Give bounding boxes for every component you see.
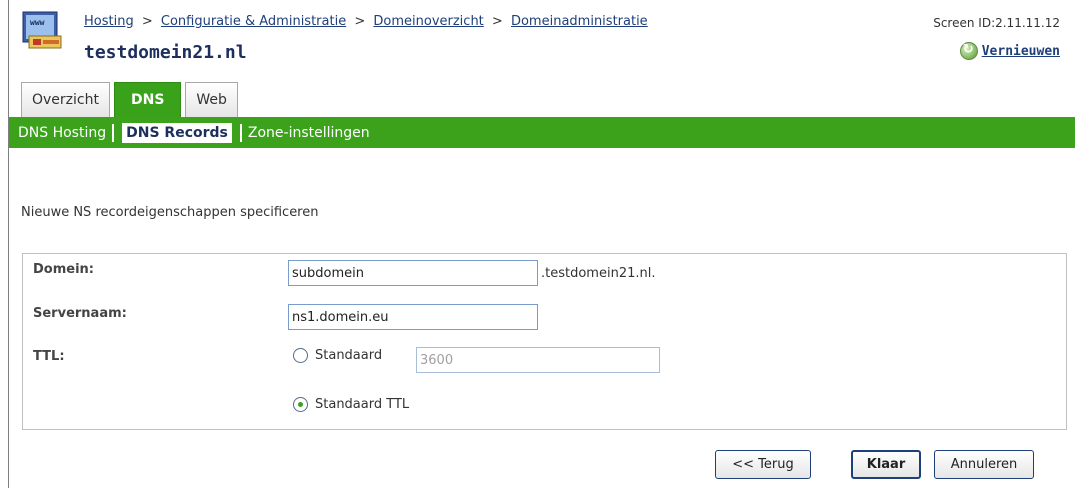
subnav-dns-records[interactable]: DNS Records	[122, 122, 232, 143]
cancel-button[interactable]: Annuleren	[934, 450, 1034, 479]
tab-label: Web	[196, 92, 227, 108]
ttl-value-input[interactable]	[416, 347, 660, 373]
screen-id: Screen ID:2.11.11.12	[933, 16, 1060, 30]
tab-overzicht[interactable]: Overzicht	[21, 82, 110, 117]
tab-dns[interactable]: DNS	[113, 82, 182, 117]
breadcrumb-separator: >	[491, 14, 503, 29]
breadcrumb-hosting[interactable]: Hosting	[84, 14, 134, 29]
svg-text:www: www	[30, 18, 45, 27]
ttl-default-label: Standaard TTL	[315, 397, 410, 412]
refresh-label: Vernieuwen	[981, 43, 1060, 59]
ttl-default-radio[interactable]	[293, 397, 308, 412]
domain-suffix: .testdomein21.nl.	[541, 266, 656, 281]
app-frame: www Hosting > Configuratie & Administrat…	[8, 0, 1075, 488]
subnav-dns-hosting[interactable]: DNS Hosting	[18, 125, 106, 141]
domain-label: Domein:	[33, 262, 94, 277]
breadcrumb-configuratie[interactable]: Configuratie & Administratie	[161, 14, 346, 29]
ttl-custom-radio[interactable]	[293, 348, 308, 363]
tab-web[interactable]: Web	[185, 82, 238, 117]
ttl-label: TTL:	[33, 349, 65, 364]
subnav-bar: DNS Hosting DNS Records Zone-instellinge…	[9, 117, 1075, 148]
breadcrumb-separator: >	[354, 14, 366, 29]
ns-record-form: Domein: .testdomein21.nl. Servernaam: TT…	[22, 253, 1067, 430]
breadcrumb-domeinadministratie[interactable]: Domeinadministratie	[511, 14, 648, 29]
ttl-custom-option[interactable]: Standaard	[293, 348, 382, 363]
refresh-icon	[959, 42, 978, 60]
subnav-divider	[112, 123, 115, 142]
tab-label: Overzicht	[32, 92, 99, 108]
ttl-default-option[interactable]: Standaard TTL	[293, 397, 409, 412]
breadcrumb-domeinoverzicht[interactable]: Domeinoverzicht	[373, 14, 483, 29]
subnav-zone-instellingen[interactable]: Zone-instellingen	[248, 125, 370, 141]
subnav-divider	[239, 123, 242, 142]
tab-label: DNS	[130, 92, 165, 108]
hosting-globe-icon: www	[22, 11, 62, 49]
ttl-custom-label: Standaard	[315, 348, 383, 363]
tab-bar: Overzicht DNS Web	[21, 82, 238, 117]
back-button[interactable]: << Terug	[715, 450, 811, 479]
servername-label: Servernaam:	[33, 306, 127, 321]
page-title: testdomein21.nl	[84, 42, 247, 63]
breadcrumb-separator: >	[141, 14, 153, 29]
servername-input[interactable]	[288, 304, 538, 330]
intro-text: Nieuwe NS recordeigenschappen specificer…	[21, 205, 319, 220]
domain-input[interactable]	[288, 260, 538, 286]
done-button[interactable]: Klaar	[851, 450, 921, 479]
refresh-link[interactable]: Vernieuwen	[959, 42, 1060, 60]
breadcrumb: Hosting > Configuratie & Administratie >…	[84, 14, 648, 29]
